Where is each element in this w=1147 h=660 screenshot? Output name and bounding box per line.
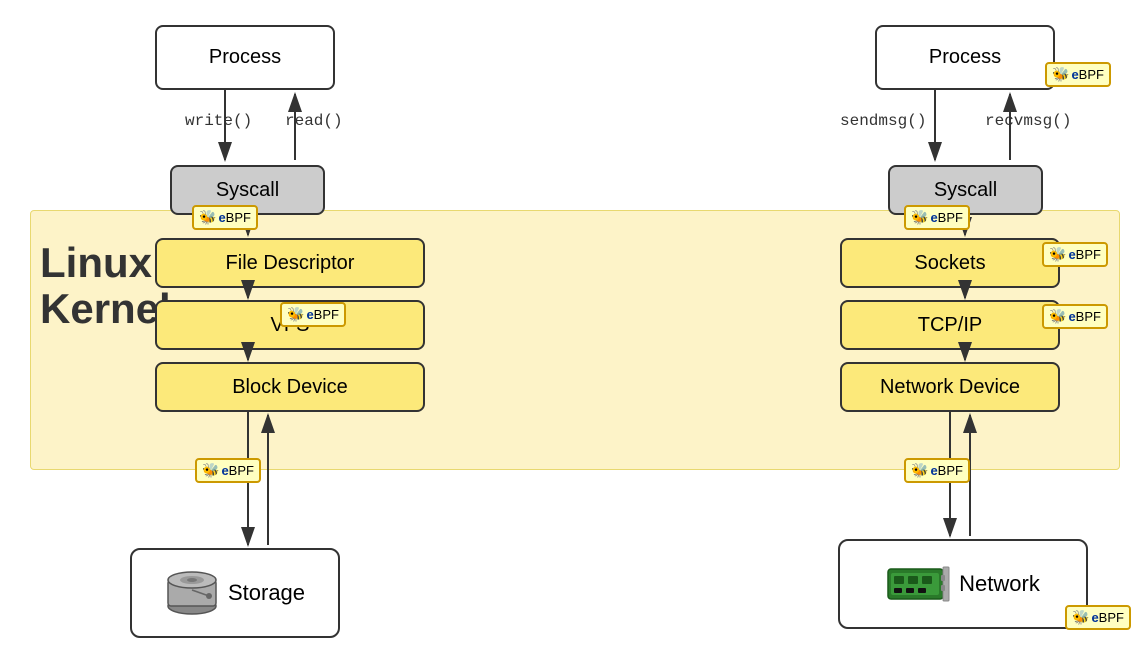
bee-icon-3: 🐝 (202, 462, 219, 479)
process-right-box: Process (875, 25, 1055, 90)
bee-icon-6: 🐝 (1049, 246, 1066, 263)
read-call-label: read() (285, 112, 343, 130)
syscall-left-label: Syscall (216, 179, 279, 202)
bee-icon-7: 🐝 (1049, 308, 1066, 325)
ebpf-text-2: eBPF (306, 307, 339, 322)
network-device-box: Network Device (840, 362, 1060, 412)
ebpf-badge-syscall-left: 🐝 eBPF (192, 205, 258, 230)
storage-icon (165, 568, 220, 618)
bee-icon-5: 🐝 (911, 209, 928, 226)
write-call-label: write() (185, 112, 252, 130)
block-device-box: Block Device (155, 362, 425, 412)
process-right-label: Process (929, 46, 1001, 69)
ebpf-text-4: eBPF (1071, 67, 1104, 82)
ebpf-badge-network-device: 🐝 eBPF (904, 458, 970, 483)
bee-icon-1: 🐝 (199, 209, 216, 226)
tcp-ip-box: TCP/IP (840, 300, 1060, 350)
ebpf-text-8: eBPF (930, 463, 963, 478)
recvmsg-call-label: recvmsg() (985, 112, 1071, 130)
kernel-label: Linux Kernel (40, 240, 120, 332)
ebpf-text-7: eBPF (1068, 309, 1101, 324)
sendmsg-call-label: sendmsg() (840, 112, 926, 130)
diagram: Linux Kernel write() read() sendmsg() re… (0, 0, 1147, 660)
storage-label: Storage (228, 580, 305, 606)
file-descriptor-label: File Descriptor (226, 252, 355, 275)
ebpf-text-9: eBPF (1091, 610, 1124, 625)
ebpf-badge-syscall-right: 🐝 eBPF (904, 205, 970, 230)
process-left-label: Process (209, 46, 281, 69)
ebpf-badge-block-device: 🐝 eBPF (195, 458, 261, 483)
network-icon (886, 559, 951, 609)
ebpf-text-1: eBPF (218, 210, 251, 225)
ebpf-text-3: eBPF (221, 463, 254, 478)
ebpf-text-5: eBPF (930, 210, 963, 225)
ebpf-badge-vfs: 🐝 eBPF (280, 302, 346, 327)
block-device-label: Block Device (232, 376, 348, 399)
bee-icon-4: 🐝 (1052, 66, 1069, 83)
storage-box: Storage (130, 548, 340, 638)
tcp-ip-label: TCP/IP (918, 314, 982, 337)
ebpf-text-6: eBPF (1068, 247, 1101, 262)
syscall-right-label: Syscall (934, 179, 997, 202)
ebpf-badge-tcpip: 🐝 eBPF (1042, 304, 1108, 329)
network-device-label: Network Device (880, 376, 1020, 399)
bee-icon-8: 🐝 (911, 462, 928, 479)
bee-icon-2: 🐝 (287, 306, 304, 323)
bee-icon-9: 🐝 (1072, 609, 1089, 626)
sockets-box: Sockets (840, 238, 1060, 288)
file-descriptor-box: File Descriptor (155, 238, 425, 288)
network-box: Network (838, 539, 1088, 629)
ebpf-badge-process-right: 🐝 eBPF (1045, 62, 1111, 87)
sockets-label: Sockets (914, 252, 985, 275)
ebpf-badge-sockets: 🐝 eBPF (1042, 242, 1108, 267)
ebpf-badge-network-box: 🐝 eBPF (1065, 605, 1131, 630)
network-label: Network (959, 571, 1040, 597)
process-left-box: Process (155, 25, 335, 90)
